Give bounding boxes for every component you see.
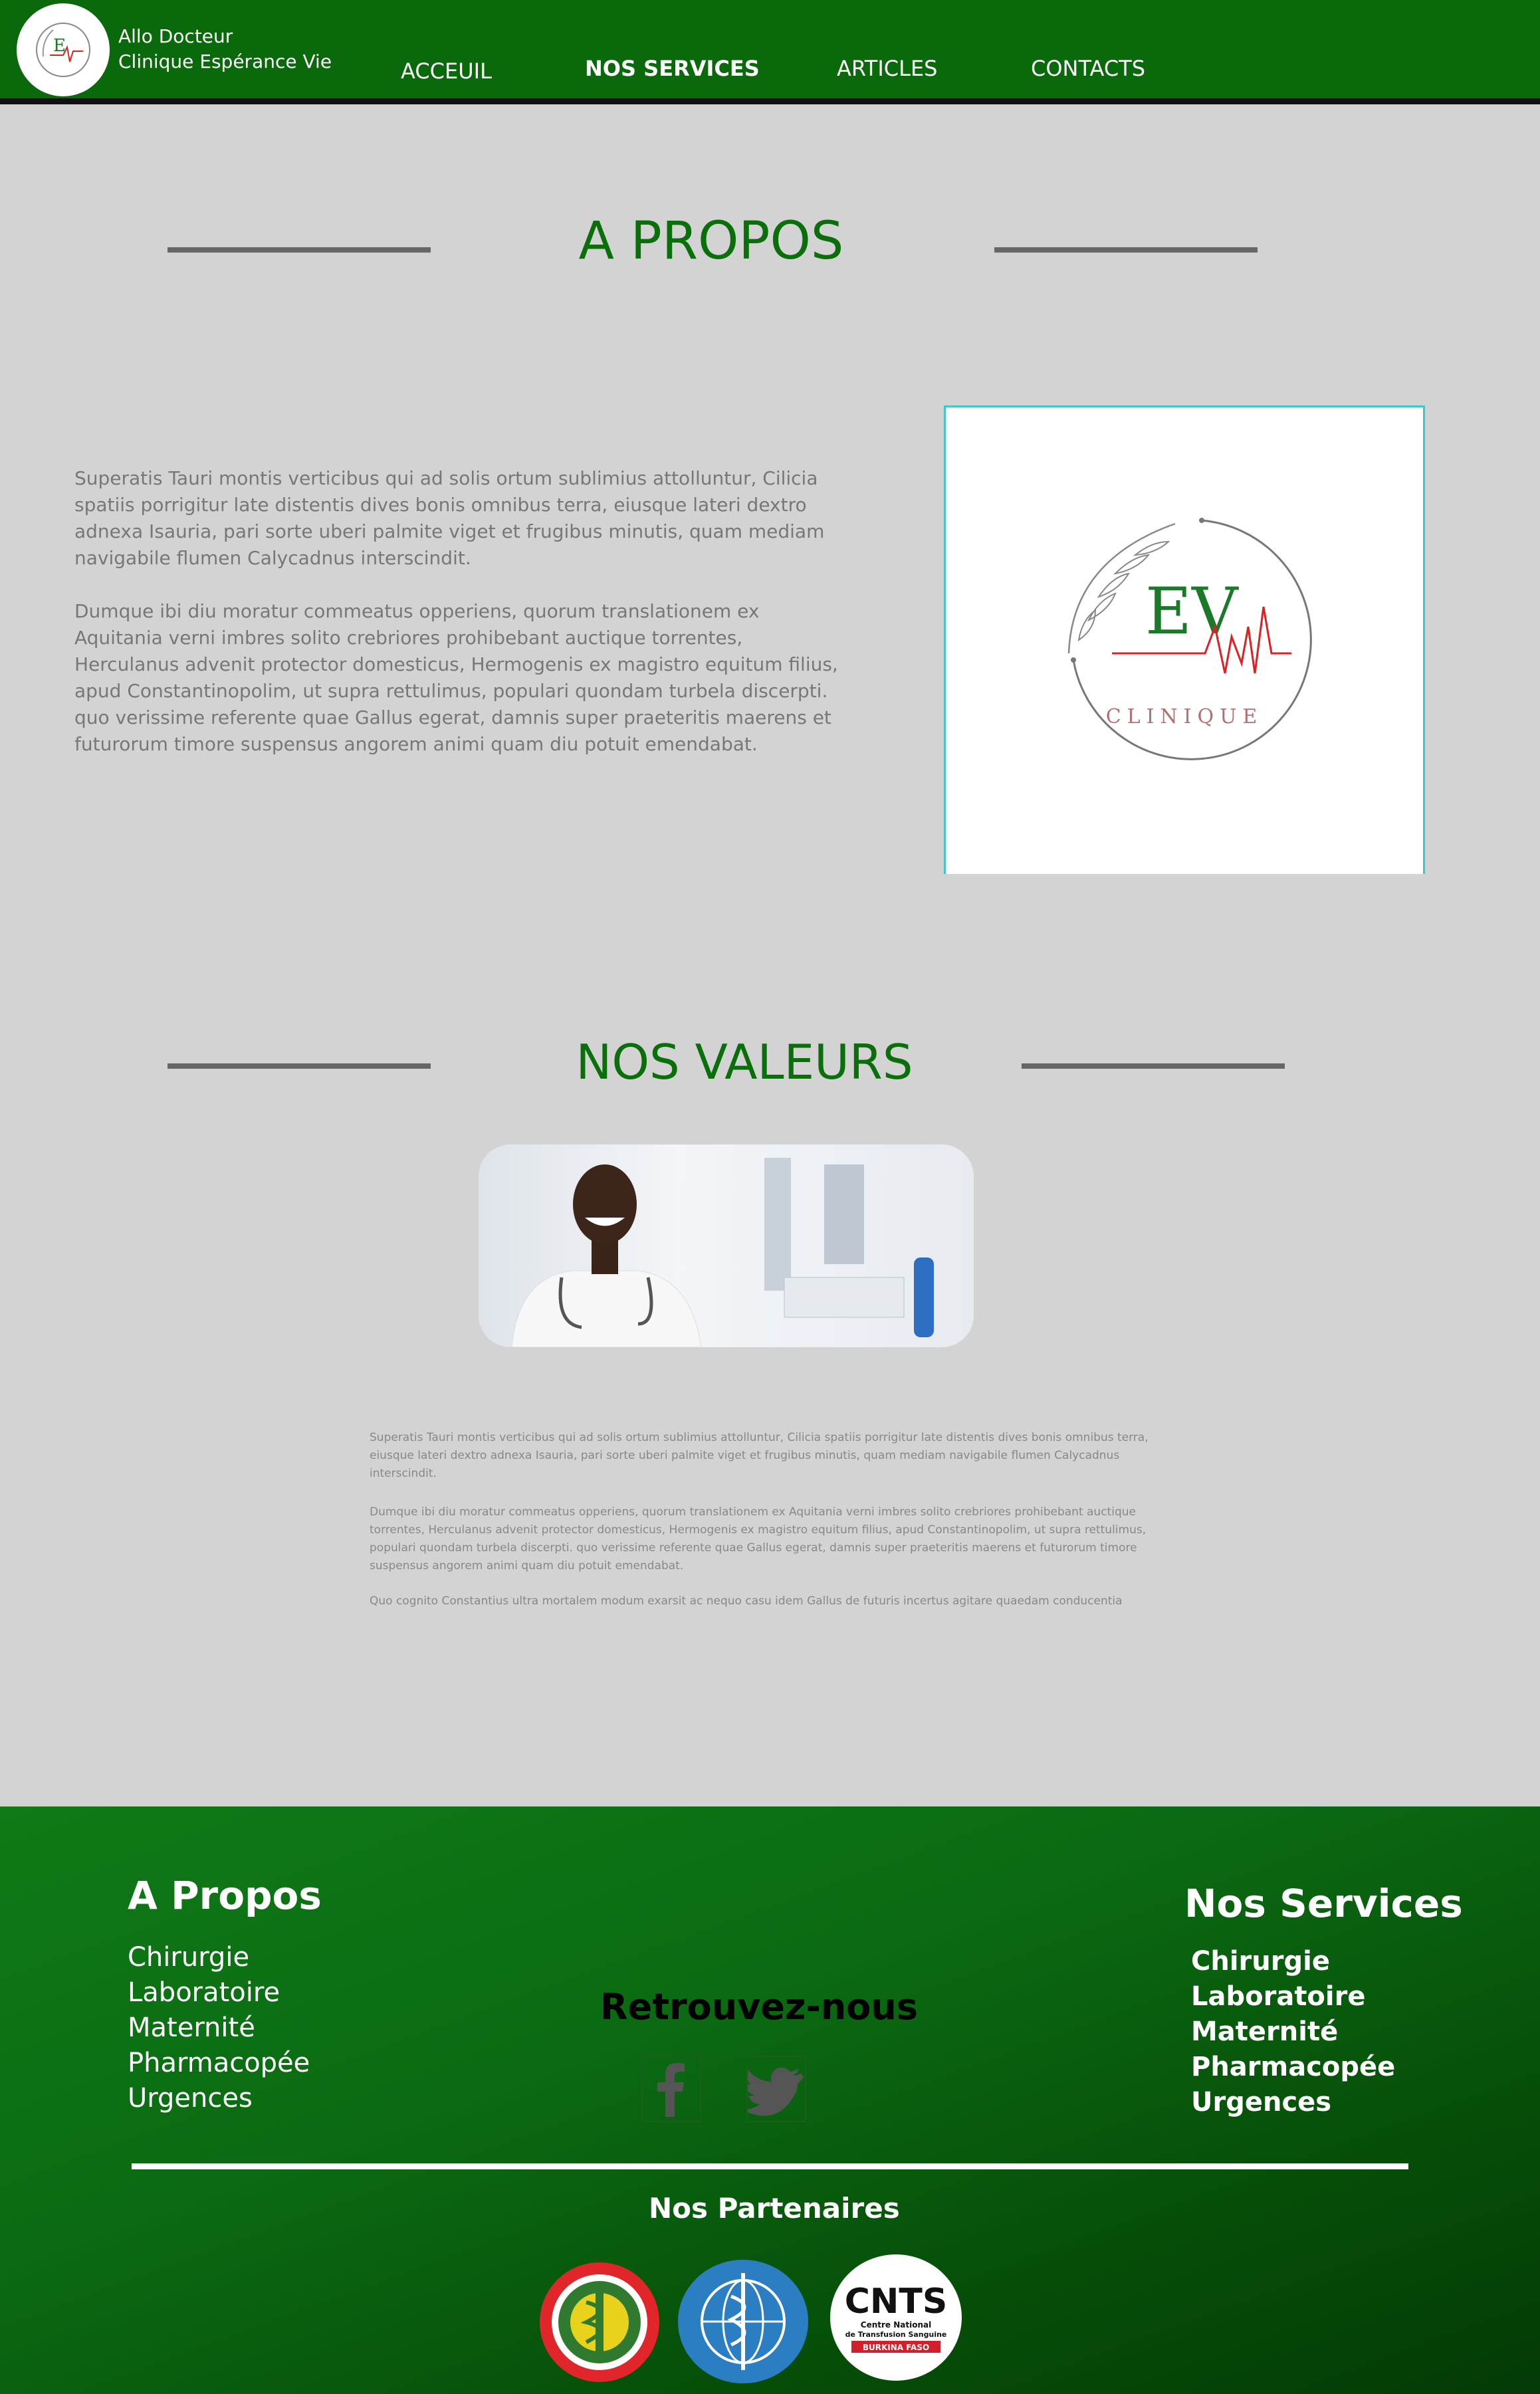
- divider-right-values: [1022, 1063, 1285, 1069]
- cnts-country: BURKINA FASO: [863, 2343, 929, 2352]
- logo-word: CLINIQUE: [1106, 705, 1264, 728]
- nav-accueil[interactable]: ACCEUIL: [401, 58, 492, 84]
- top-navbar: E Allo Docteur Clinique Espérance Vie AC…: [0, 0, 1540, 104]
- footer-services-title: Nos Services: [1184, 1881, 1463, 1926]
- footer-about-list: Chirurgie Laboratoire Maternité Pharmaco…: [128, 1942, 310, 2118]
- footer-social-title: Retrouvez-nous: [600, 1986, 918, 2028]
- cnts-logo-icon: CNTS Centre National de Transfusion Sang…: [845, 2282, 948, 2353]
- about-paragraph-1: Superatis Tauri montis verticibus qui ad…: [74, 467, 825, 569]
- nav-contacts[interactable]: CONTACTS: [1031, 56, 1145, 81]
- footer: A Propos Chirurgie Laboratoire Maternité…: [0, 1806, 1540, 2394]
- footer-link-pharmacopee[interactable]: Pharmacopée: [128, 2048, 310, 2083]
- footer-link-chirurgie[interactable]: Chirurgie: [128, 1942, 310, 1977]
- footer-service-chirurgie[interactable]: Chirurgie: [1191, 1946, 1395, 1981]
- values-paragraph-3: Quo cognito Constantius ultra mortalem m…: [370, 1594, 1123, 1608]
- brand-subtitle: Clinique Espérance Vie: [118, 51, 332, 72]
- nav-articles[interactable]: ARTICLES: [837, 56, 937, 81]
- values-paragraph-2: Dumque ibi diu moratur commeatus opperie…: [370, 1505, 1147, 1573]
- nav-services[interactable]: NOS SERVICES: [585, 56, 760, 81]
- about-title: A PROPOS: [578, 211, 844, 271]
- clinic-logo[interactable]: E: [17, 3, 110, 96]
- values-paragraph-1: Superatis Tauri montis verticibus qui ad…: [370, 1431, 1149, 1480]
- clinic-logo-image: EV CLINIQUE: [944, 405, 1425, 874]
- about-paragraph-2: Dumque ibi diu moratur commeatus opperie…: [74, 600, 838, 755]
- values-title: NOS VALEURS: [576, 1034, 913, 1090]
- footer-about-title: A Propos: [128, 1873, 322, 1918]
- clinique-emblem-icon: EV CLINIQUE: [1067, 518, 1312, 760]
- divider-right: [994, 247, 1258, 253]
- who-emblem-icon: [701, 2273, 786, 2370]
- footer-link-laboratoire[interactable]: Laboratoire: [128, 1977, 310, 2013]
- twitter-link[interactable]: [742, 2056, 806, 2122]
- ev-logo-icon: E: [36, 23, 90, 77]
- footer-service-maternite[interactable]: Maternité: [1191, 2016, 1395, 2052]
- twitter-icon: [742, 2067, 804, 2116]
- health-ministry-icon: [552, 2274, 647, 2370]
- partner-ministry-logo[interactable]: [540, 2262, 659, 2382]
- footer-link-urgences[interactable]: Urgences: [128, 2083, 310, 2118]
- cnts-short-name: CNTS: [845, 2282, 948, 2322]
- doctor-photo: [479, 1144, 974, 1347]
- divider-left: [167, 247, 431, 253]
- divider-left-values: [167, 1063, 431, 1069]
- footer-service-pharmacopee[interactable]: Pharmacopée: [1191, 2052, 1395, 2087]
- doctor-image: [511, 1158, 934, 1347]
- footer-service-laboratoire[interactable]: Laboratoire: [1191, 1981, 1395, 2016]
- footer-services-list: Chirurgie Laboratoire Maternité Pharmaco…: [1191, 1946, 1395, 2122]
- cnts-line-1: Centre National: [861, 2320, 931, 2330]
- cnts-line-2: de Transfusion Sanguine: [845, 2330, 947, 2339]
- partners-title: Nos Partenaires: [649, 2192, 900, 2225]
- facebook-link[interactable]: [641, 2056, 701, 2122]
- facebook-icon: [657, 2063, 685, 2117]
- logo-letters: EV: [1145, 574, 1239, 649]
- partner-who-logo[interactable]: [678, 2260, 808, 2383]
- footer-service-urgences[interactable]: Urgences: [1191, 2087, 1395, 2122]
- footer-divider: [132, 2163, 1408, 2169]
- brand-name: Allo Docteur: [118, 25, 233, 47]
- footer-link-maternite[interactable]: Maternité: [128, 2013, 310, 2048]
- partner-cnts-logo[interactable]: CNTS Centre National de Transfusion Sang…: [830, 2254, 962, 2381]
